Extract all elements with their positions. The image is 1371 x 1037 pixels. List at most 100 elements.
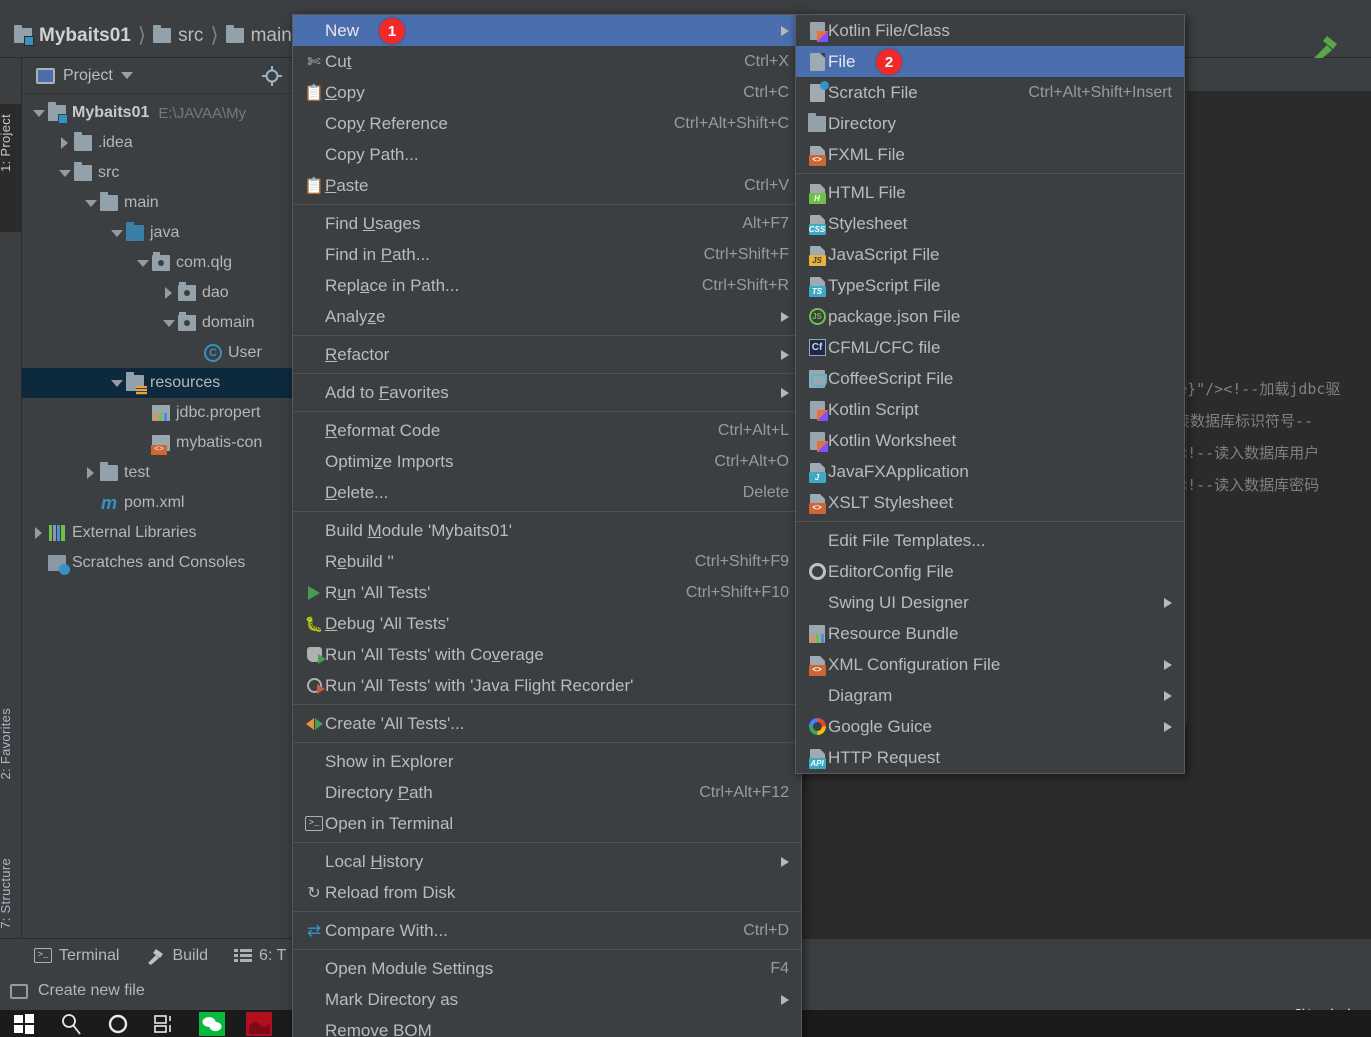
menu-item-run-all-tests-with-java-flight-recorder[interactable]: Run 'All Tests' with 'Java Flight Record… xyxy=(293,670,801,701)
menu-item-paste[interactable]: 📋 Paste Ctrl+V xyxy=(293,170,801,201)
tree-node-com-qlg[interactable]: com.qlg xyxy=(22,248,292,278)
tree-node-dao[interactable]: dao xyxy=(22,278,292,308)
search-icon[interactable] xyxy=(47,1010,94,1037)
chevron-down-icon[interactable] xyxy=(120,72,133,79)
tree-node-src[interactable]: src xyxy=(22,158,292,188)
menu-item-run-all-tests[interactable]: Run 'All Tests' Ctrl+Shift+F10 xyxy=(293,577,801,608)
context-menu[interactable]: New 1 ✄ Cut Ctrl+X 📋 Copy Ctrl+C Copy Reference C… xyxy=(292,14,802,1037)
chevron-down-icon[interactable] xyxy=(136,256,150,270)
menu-item-compare-with[interactable]: ⇄ Compare With... Ctrl+D xyxy=(293,915,801,946)
menu-item-xslt-stylesheet[interactable]: <> XSLT Stylesheet xyxy=(796,487,1184,518)
chevron-down-icon[interactable] xyxy=(162,316,176,330)
sidebar-tab-structure[interactable]: 7: Structure xyxy=(0,858,13,929)
menu-item-scratch-file[interactable]: Scratch File Ctrl+Alt+Shift+Insert xyxy=(796,77,1184,108)
menu-item-kotlin-worksheet[interactable]: Kotlin Worksheet xyxy=(796,425,1184,456)
menu-item-refactor[interactable]: Refactor xyxy=(293,339,801,370)
tree-node-test[interactable]: test xyxy=(22,458,292,488)
task-view-icon[interactable] xyxy=(141,1010,188,1037)
breadcrumb-item-project[interactable]: Mybaits01 xyxy=(14,25,131,47)
sidebar-tab-favorites[interactable]: 2: Favorites xyxy=(0,708,13,780)
tree-node-mybaits01[interactable]: Mybaits01 E:\JAVAA\My xyxy=(22,98,292,128)
menu-item-typescript-file[interactable]: TS TypeScript File xyxy=(796,270,1184,301)
menu-item-local-history[interactable]: Local History xyxy=(293,846,801,877)
chevron-down-icon[interactable] xyxy=(58,166,72,180)
menu-item-cfml-cfc-file[interactable]: Cf CFML/CFC file xyxy=(796,332,1184,363)
menu-item-open-module-settings[interactable]: Open Module Settings F4 xyxy=(293,953,801,984)
menu-item-find-usages[interactable]: Find Usages Alt+F7 xyxy=(293,208,801,239)
menu-item-replace-in-path[interactable]: Replace in Path... Ctrl+Shift+R xyxy=(293,270,801,301)
menu-item-file[interactable]: File 2 xyxy=(796,46,1184,77)
menu-item-new[interactable]: New 1 xyxy=(293,15,801,46)
chevron-right-icon[interactable] xyxy=(32,526,46,540)
chevron-down-icon[interactable] xyxy=(110,376,124,390)
tool-button-build[interactable]: Build xyxy=(145,947,208,965)
menu-item-javascript-file[interactable]: JS JavaScript File xyxy=(796,239,1184,270)
menu-item-coffeescript-file[interactable]: CoffeeScript File xyxy=(796,363,1184,394)
chevron-down-icon[interactable] xyxy=(110,226,124,240)
menu-item-cut[interactable]: ✄ Cut Ctrl+X xyxy=(293,46,801,77)
chevron-down-icon[interactable] xyxy=(32,106,46,120)
menu-item-xml-configuration-file[interactable]: <> XML Configuration File xyxy=(796,649,1184,680)
menu-item-google-guice[interactable]: Google Guice xyxy=(796,711,1184,742)
menu-item-rebuild-default[interactable]: Rebuild '' Ctrl+Shift+F9 xyxy=(293,546,801,577)
windows-start-icon[interactable] xyxy=(0,1010,47,1037)
menu-item-edit-file-templates[interactable]: Edit File Templates... xyxy=(796,525,1184,556)
menu-item-create-all-tests[interactable]: Create 'All Tests'... xyxy=(293,708,801,739)
menu-item-add-to-favorites[interactable]: Add to Favorites xyxy=(293,377,801,408)
menu-item-kotlin-script[interactable]: Kotlin Script xyxy=(796,394,1184,425)
tool-button-terminal[interactable]: >_ Terminal xyxy=(34,947,119,965)
sidebar-tab-project[interactable]: 1: Project xyxy=(0,114,13,172)
tree-node--idea[interactable]: .idea xyxy=(22,128,292,158)
breadcrumb-item-src[interactable]: src xyxy=(153,25,203,47)
chevron-right-icon[interactable] xyxy=(162,286,176,300)
menu-item-optimize-imports[interactable]: Optimize Imports Ctrl+Alt+O xyxy=(293,446,801,477)
tree-node-jdbc-propert[interactable]: jdbc.propert xyxy=(22,398,292,428)
tree-node-main[interactable]: main xyxy=(22,188,292,218)
menu-item-stylesheet[interactable]: CSS Stylesheet xyxy=(796,208,1184,239)
new-submenu[interactable]: Kotlin File/Class File 2 Scratch File Ctrl+A… xyxy=(795,14,1185,774)
tree-node-java[interactable]: java xyxy=(22,218,292,248)
chevron-right-icon[interactable] xyxy=(84,466,98,480)
menu-item-copy-reference[interactable]: Copy Reference Ctrl+Alt+Shift+C xyxy=(293,108,801,139)
menu-item-remove-bom[interactable]: Remove BOM xyxy=(293,1015,801,1037)
menu-item-build-module-mybaits01[interactable]: Build Module 'Mybaits01' xyxy=(293,515,801,546)
menu-item-mark-directory-as[interactable]: Mark Directory as xyxy=(293,984,801,1015)
target-icon[interactable] xyxy=(262,66,282,86)
tree-node-external-libraries[interactable]: External Libraries xyxy=(22,518,292,548)
menu-item-diagram[interactable]: Diagram xyxy=(796,680,1184,711)
menu-item-editorconfig-file[interactable]: EditorConfig File xyxy=(796,556,1184,587)
menu-item-html-file[interactable]: H HTML File xyxy=(796,177,1184,208)
project-tree[interactable]: Mybaits01 E:\JAVAA\My .idea src main java com.… xyxy=(22,94,292,578)
wechat-icon[interactable] xyxy=(188,1010,235,1037)
menu-item-show-in-explorer[interactable]: Show in Explorer xyxy=(293,746,801,777)
menu-item-reload-from-disk[interactable]: ↻ Reload from Disk xyxy=(293,877,801,908)
tree-node-mybatis-con[interactable]: mybatis-con xyxy=(22,428,292,458)
tree-node-scratches-and-consoles[interactable]: Scratches and Consoles xyxy=(22,548,292,578)
menu-item-resource-bundle[interactable]: Resource Bundle xyxy=(796,618,1184,649)
menu-item-find-in-path[interactable]: Find in Path... Ctrl+Shift+F xyxy=(293,239,801,270)
menu-item-run-all-tests-with-coverage[interactable]: Run 'All Tests' with Coverage xyxy=(293,639,801,670)
tree-node-domain[interactable]: domain xyxy=(22,308,292,338)
menu-item-open-in-terminal[interactable]: >_ Open in Terminal xyxy=(293,808,801,839)
menu-item-directory[interactable]: Directory xyxy=(796,108,1184,139)
menu-item-fxml-file[interactable]: <> FXML File xyxy=(796,139,1184,170)
menu-item-reformat-code[interactable]: Reformat Code Ctrl+Alt+L xyxy=(293,415,801,446)
menu-item-analyze[interactable]: Analyze xyxy=(293,301,801,332)
menu-item-delete[interactable]: Delete... Delete xyxy=(293,477,801,508)
menu-item-copy-path[interactable]: Copy Path... xyxy=(293,139,801,170)
chevron-down-icon[interactable] xyxy=(84,196,98,210)
project-tool-window[interactable]: Project Mybaits01 E:\JAVAA\My .idea src main… xyxy=(22,58,292,938)
tree-node-pom-xml[interactable]: m pom.xml xyxy=(22,488,292,518)
chevron-right-icon[interactable] xyxy=(58,136,72,150)
menu-item-copy[interactable]: 📋 Copy Ctrl+C xyxy=(293,77,801,108)
tree-node-user[interactable]: C User xyxy=(22,338,292,368)
tree-node-resources[interactable]: resources xyxy=(22,368,292,398)
menu-item-swing-ui-designer[interactable]: Swing UI Designer xyxy=(796,587,1184,618)
cortana-icon[interactable] xyxy=(94,1010,141,1037)
menu-item-package-json-file[interactable]: JS package.json File xyxy=(796,301,1184,332)
tool-button-todo[interactable]: 6: T xyxy=(234,947,286,965)
menu-item-debug-all-tests[interactable]: 🐛 Debug 'All Tests' xyxy=(293,608,801,639)
breadcrumb-item-main[interactable]: main xyxy=(225,25,292,47)
menu-item-directory-path[interactable]: Directory Path Ctrl+Alt+F12 xyxy=(293,777,801,808)
menu-item-http-request[interactable]: API HTTP Request xyxy=(796,742,1184,773)
